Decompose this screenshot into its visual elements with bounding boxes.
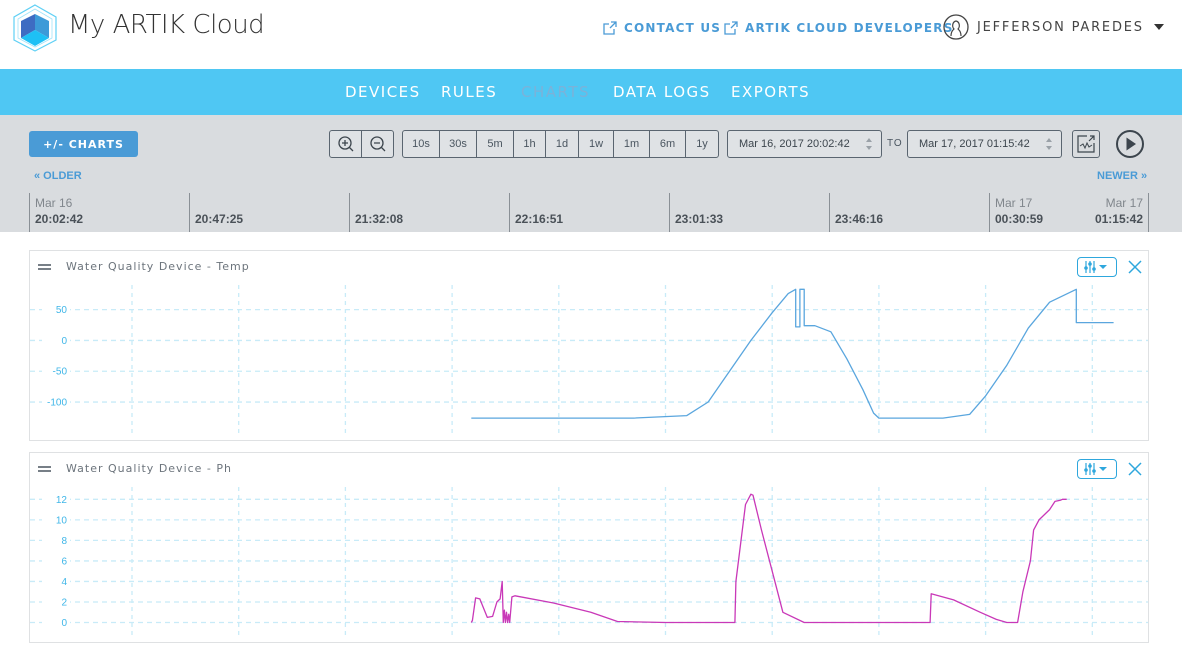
- nav-rules[interactable]: RULES: [441, 83, 497, 101]
- chart-panel-ph: 12 10 8 6 4 2 0 Water Quality Device - Ph: [29, 452, 1149, 643]
- ph-chart: 12 10 8 6 4 2 0: [30, 487, 1148, 639]
- end-date-value: Mar 17, 2017 01:15:42: [919, 138, 1030, 150]
- y-tick-label: 50: [56, 305, 68, 316]
- spinner-icon[interactable]: [865, 137, 873, 151]
- y-tick-label: -100: [47, 398, 67, 409]
- nav-devices[interactable]: DEVICES: [345, 83, 421, 101]
- toggle-charts-button[interactable]: +/- CHARTS: [29, 131, 138, 157]
- sliders-dropdown-icon: [1084, 261, 1107, 273]
- close-icon[interactable]: [1127, 259, 1143, 275]
- nav-exports[interactable]: EXPORTS: [731, 83, 810, 101]
- user-menu[interactable]: JEFFERSON PAREDES: [943, 14, 1164, 40]
- timeline-tick: 23:46:16: [829, 193, 883, 232]
- external-link-icon: [724, 21, 738, 35]
- y-tick-label: 10: [56, 515, 68, 526]
- chevron-down-icon: [1153, 24, 1164, 30]
- y-tick-label: 6: [61, 556, 67, 567]
- timeline-tick: 20:47:25: [189, 193, 243, 232]
- range-30s-button[interactable]: 30s: [440, 131, 477, 157]
- nav-charts[interactable]: CHARTS: [521, 83, 590, 101]
- range-buttons: 10s 30s 5m 1h 1d 1w 1m 6m 1y: [402, 130, 719, 158]
- chart-export-icon: [1077, 135, 1095, 153]
- range-10s-button[interactable]: 10s: [403, 131, 440, 157]
- zoom-out-icon: [369, 136, 385, 152]
- app-brand: My ARTIK Cloud: [68, 10, 265, 40]
- range-1d-button[interactable]: 1d: [546, 131, 579, 157]
- sliders-dropdown-icon: [1084, 463, 1107, 475]
- chart-panel-temp: 50 0 -50 -100 Water Quality Device - Temp: [29, 250, 1149, 441]
- y-tick-label: 4: [61, 577, 67, 588]
- nav-data-logs[interactable]: DATA LOGS: [613, 83, 711, 101]
- y-tick-label: 0: [61, 336, 67, 347]
- timeline-tick: 21:32:08: [349, 193, 403, 232]
- y-tick-label: -50: [53, 367, 68, 378]
- zoom-in-icon: [337, 136, 353, 152]
- end-date-input[interactable]: Mar 17, 2017 01:15:42: [907, 130, 1062, 158]
- series-line: [470, 493, 1067, 624]
- range-6m-button[interactable]: 6m: [650, 131, 686, 157]
- start-date-value: Mar 16, 2017 20:02:42: [739, 138, 850, 150]
- range-1m-button[interactable]: 1m: [614, 131, 650, 157]
- range-1y-button[interactable]: 1y: [686, 131, 718, 157]
- start-date-input[interactable]: Mar 16, 2017 20:02:42: [727, 130, 882, 158]
- older-link[interactable]: « OLDER: [34, 170, 82, 182]
- play-icon[interactable]: [1115, 129, 1145, 159]
- series-line: [471, 288, 1114, 419]
- spinner-icon[interactable]: [1045, 137, 1053, 151]
- y-tick-label: 8: [61, 536, 67, 547]
- developers-label: ARTIK CLOUD DEVELOPERS: [745, 21, 954, 35]
- zoom-controls: [329, 130, 394, 158]
- timeline-tick: 22:16:51: [509, 193, 563, 232]
- timeline-tick: Mar 16 20:02:42: [29, 193, 83, 232]
- chart-options-button[interactable]: [1077, 459, 1117, 479]
- chart-title: Water Quality Device - Ph: [66, 462, 233, 475]
- timeline-tick: Mar 17 00:30:59: [989, 193, 1043, 232]
- main-nav: DEVICES RULES CHARTS DATA LOGS EXPORTS: [0, 69, 1182, 115]
- drag-handle-icon[interactable]: [38, 264, 51, 270]
- newer-link[interactable]: NEWER »: [1097, 170, 1147, 182]
- user-name: JEFFERSON PAREDES: [977, 19, 1144, 35]
- y-tick-label: 2: [61, 597, 67, 608]
- temp-chart: 50 0 -50 -100: [30, 285, 1148, 437]
- zoom-in-button[interactable]: [330, 131, 362, 157]
- y-tick-label: 0: [61, 618, 67, 629]
- export-chart-button[interactable]: [1072, 130, 1100, 158]
- contact-us-label: CONTACT US: [624, 21, 722, 35]
- chart-options-button[interactable]: [1077, 257, 1117, 277]
- artik-logo-icon[interactable]: [12, 4, 58, 52]
- zoom-out-button[interactable]: [362, 131, 393, 157]
- close-icon[interactable]: [1127, 461, 1143, 477]
- chart-title: Water Quality Device - Temp: [66, 260, 250, 273]
- range-1w-button[interactable]: 1w: [579, 131, 614, 157]
- range-5m-button[interactable]: 5m: [477, 131, 514, 157]
- range-1h-button[interactable]: 1h: [514, 131, 546, 157]
- timeline-tick: 23:01:33: [669, 193, 723, 232]
- to-label: TO: [887, 138, 903, 149]
- drag-handle-icon[interactable]: [38, 466, 51, 472]
- contact-us-link[interactable]: CONTACT US: [602, 20, 721, 36]
- y-tick-label: 12: [56, 495, 68, 506]
- external-link-icon: [603, 21, 617, 35]
- top-bar: My ARTIK Cloud CONTACT US ARTIK CLOUD DE…: [0, 0, 1182, 69]
- timeline-tick: Mar 17 01:15:42: [1089, 193, 1149, 232]
- user-avatar-icon: [943, 14, 969, 40]
- developers-link[interactable]: ARTIK CLOUD DEVELOPERS: [723, 20, 954, 36]
